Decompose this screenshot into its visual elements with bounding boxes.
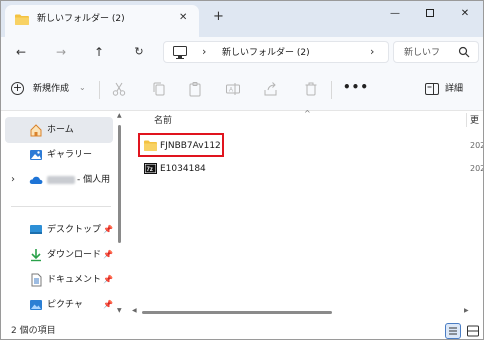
column-date-header[interactable]: 更 [470, 115, 479, 127]
file-list: 名前 ^ 更 FJNBB7Av112 202 7z E1034184 202 ◀ [128, 109, 484, 321]
sidebar-item-onedrive[interactable]: › - 個人用 [5, 167, 113, 193]
pin-icon[interactable]: 📌 [103, 224, 113, 236]
sidebar-item-label: ギャラリー [47, 150, 93, 160]
delete-icon[interactable] [303, 81, 319, 97]
cut-icon[interactable] [111, 81, 127, 97]
pin-icon[interactable]: 📌 [103, 299, 113, 311]
this-pc-icon [173, 46, 187, 59]
column-name-header[interactable]: 名前 [154, 115, 172, 127]
horizontal-scrollbar[interactable] [142, 311, 332, 314]
folder-icon [15, 14, 29, 25]
command-separator [331, 81, 332, 99]
redacted-account-name [47, 175, 75, 184]
onedrive-cloud-icon [29, 176, 43, 184]
breadcrumb-current-folder[interactable]: 新しいフォルダー (2) [222, 47, 310, 59]
new-button-label: 新規作成 [33, 84, 70, 94]
chevron-down-icon: ⌄ [79, 83, 86, 92]
details-view-icon [449, 327, 457, 335]
sidebar-item-label: ホーム [47, 125, 74, 135]
sidebar-scroll-thumb[interactable] [118, 125, 121, 243]
maximize-icon [426, 9, 434, 17]
search-icon [458, 46, 470, 58]
details-pane-icon [425, 83, 439, 95]
column-separator[interactable] [466, 113, 467, 127]
sidebar-item-label: ピクチャ [47, 300, 83, 310]
sidebar-item-label: ドキュメント [47, 275, 102, 285]
minimize-button[interactable]: — [383, 5, 407, 23]
explorer-window: 新しいフォルダー (2) ✕ + — ✕ ← → ↑ ↻ › 新しいフォルダー … [0, 0, 484, 340]
file-date: 202 [470, 141, 484, 150]
address-bar[interactable]: › 新しいフォルダー (2) › [163, 41, 389, 63]
tiles-view-icon [467, 325, 479, 337]
breadcrumb-separator[interactable]: › [202, 45, 206, 59]
archive-7z-icon: 7z [144, 163, 157, 174]
documents-icon [31, 273, 42, 287]
pin-icon[interactable]: 📌 [103, 274, 113, 286]
details-label: 詳細 [445, 84, 464, 94]
title-bar: 新しいフォルダー (2) ✕ + — ✕ [1, 1, 483, 37]
copy-icon[interactable] [151, 81, 167, 97]
more-options-button[interactable]: ••• [343, 79, 369, 95]
close-tab-icon[interactable]: ✕ [179, 12, 187, 24]
svg-text:A: A [229, 88, 233, 94]
scroll-down-arrow-icon[interactable]: ▼ [117, 307, 122, 314]
item-count: 2 個の項目 [11, 326, 56, 336]
command-separator [99, 81, 100, 99]
command-bar: + 新規作成 ⌄ A ••• 詳細 [1, 67, 483, 111]
svg-text:7z: 7z [147, 167, 153, 173]
sidebar-item-downloads[interactable]: ダウンロード 📌 [5, 242, 113, 268]
pictures-icon [30, 300, 42, 310]
maximize-button[interactable] [418, 5, 442, 23]
back-button[interactable]: ← [11, 42, 31, 62]
navigation-pane: ホーム ギャラリー › - 個人用 デスクトップ 📌 ダウンロード 📌 ドキュメ… [1, 111, 128, 321]
gallery-icon [30, 150, 42, 160]
pin-icon[interactable]: 📌 [103, 249, 113, 261]
rename-icon[interactable]: A [225, 81, 241, 97]
search-box[interactable]: 新しいフ [393, 41, 479, 63]
share-icon[interactable] [263, 81, 279, 97]
sidebar-divider [11, 206, 111, 207]
sidebar-item-label: - 個人用 [47, 174, 110, 186]
home-icon [30, 124, 42, 137]
scroll-right-arrow-icon[interactable]: ▶ [464, 307, 469, 314]
file-date: 202 [470, 164, 484, 173]
plus-circle-icon: + [11, 81, 24, 95]
refresh-button[interactable]: ↻ [129, 42, 149, 62]
sidebar-item-pictures[interactable]: ピクチャ 📌 [5, 292, 113, 318]
paste-icon[interactable] [187, 81, 203, 97]
sidebar-item-label: ダウンロード [47, 250, 102, 260]
sidebar-item-desktop[interactable]: デスクトップ 📌 [5, 217, 113, 243]
sidebar-scrollbar[interactable] [118, 115, 122, 315]
details-view-button[interactable] [445, 323, 461, 339]
forward-button[interactable]: → [51, 42, 71, 62]
desktop-icon [30, 225, 42, 234]
status-bar: 2 個の項目 [1, 321, 483, 339]
sidebar-item-documents[interactable]: ドキュメント 📌 [5, 267, 113, 293]
up-button[interactable]: ↑ [89, 42, 109, 62]
sidebar-item-gallery[interactable]: ギャラリー [5, 142, 113, 168]
highlight-box [138, 133, 224, 157]
search-placeholder: 新しいフ [404, 48, 441, 58]
sidebar-item-home[interactable]: ホーム [5, 117, 113, 143]
scroll-left-arrow-icon[interactable]: ◀ [132, 307, 137, 314]
onedrive-suffix: - 個人用 [77, 175, 111, 185]
tiles-view-button[interactable] [465, 323, 481, 339]
tab-title: 新しいフォルダー (2) [37, 14, 125, 24]
address-dropdown-chevron[interactable]: › [370, 45, 374, 59]
download-icon [31, 249, 41, 262]
folder-tab[interactable]: 新しいフォルダー (2) ✕ [5, 5, 199, 37]
list-item[interactable]: 7z E1034184 202 [140, 159, 483, 179]
expand-chevron-icon[interactable]: › [11, 173, 15, 187]
new-tab-button[interactable]: + [213, 10, 224, 24]
close-window-button[interactable]: ✕ [453, 5, 477, 23]
file-name: E1034184 [160, 164, 206, 174]
navigation-bar: ← → ↑ ↻ › 新しいフォルダー (2) › 新しいフ [1, 37, 483, 67]
column-header: 名前 ^ 更 [128, 109, 483, 129]
sort-ascending-icon: ^ [304, 109, 311, 118]
sidebar-item-label: デスクトップ [47, 225, 102, 235]
